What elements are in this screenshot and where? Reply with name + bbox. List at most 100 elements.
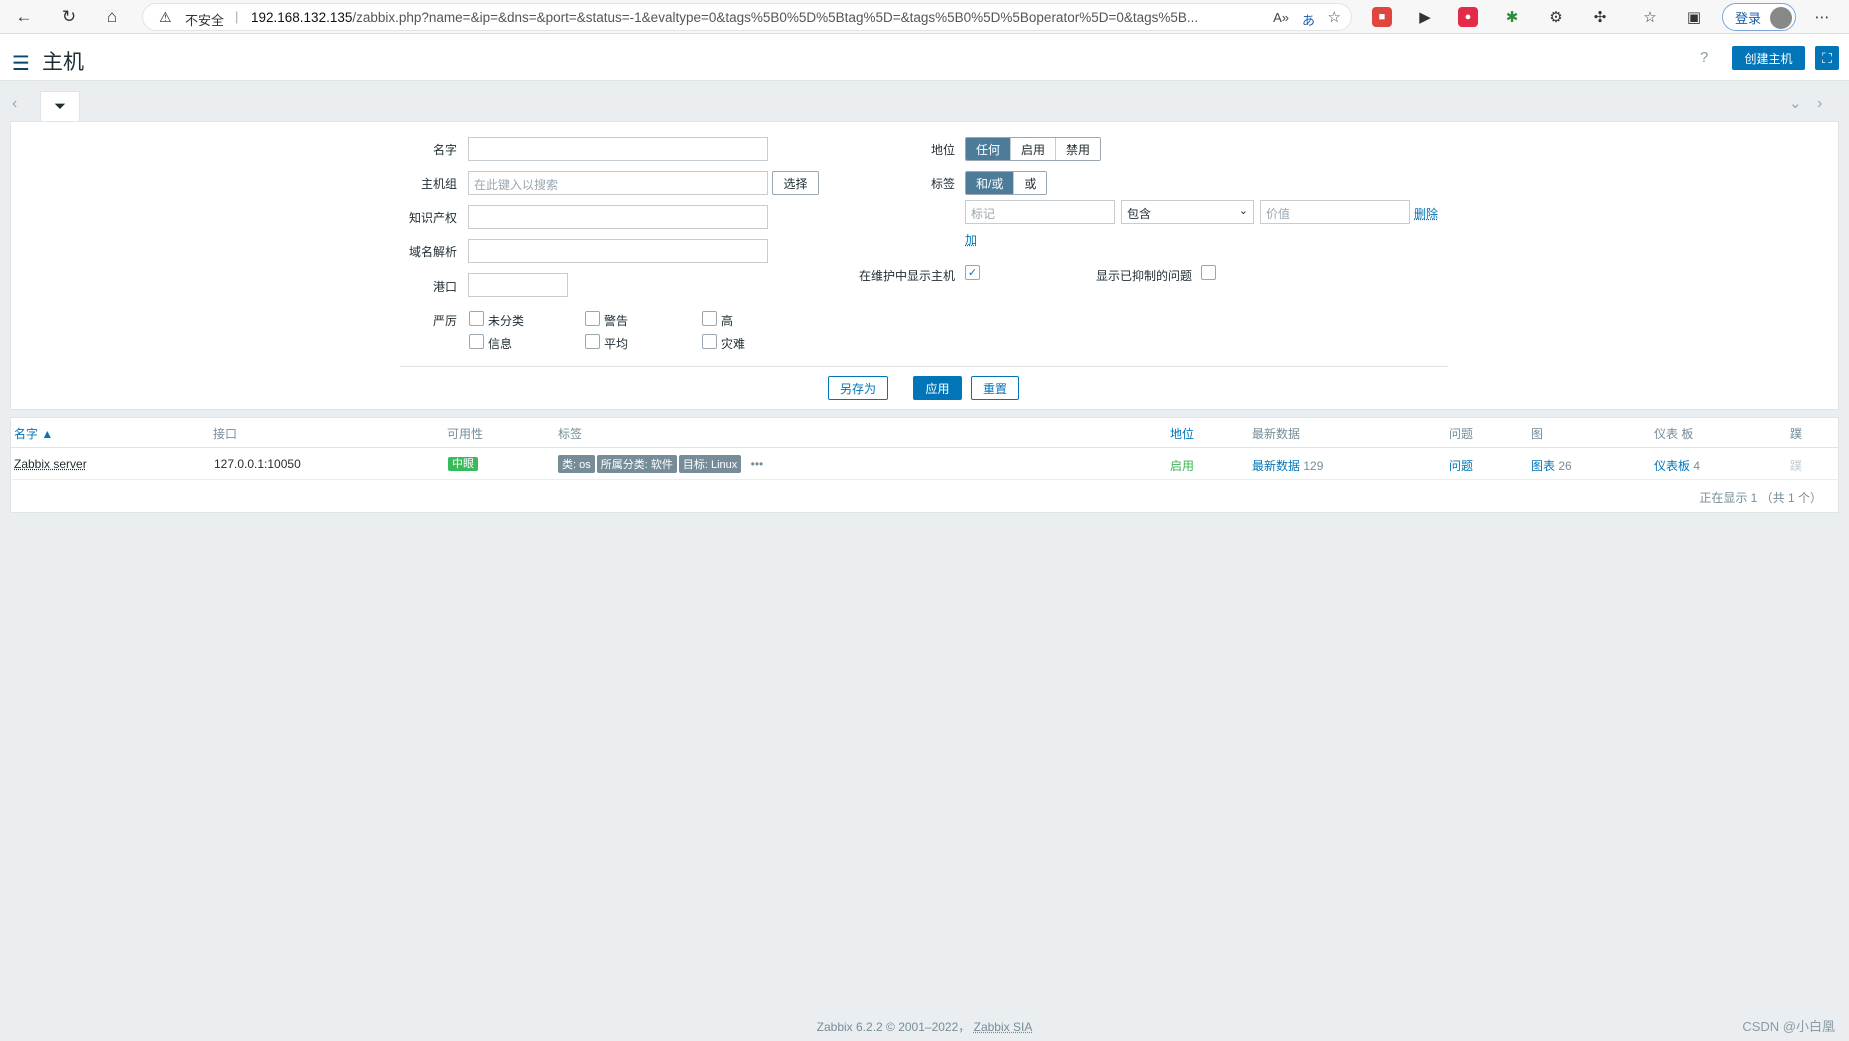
filter-tab[interactable]: ⏷ xyxy=(40,91,80,121)
divider xyxy=(10,479,1839,480)
dns-input[interactable] xyxy=(468,239,768,263)
browser-toolbar: ← ↻ ⌂ ⚠ 不安全 | 192.168.132.135/zabbix.php… xyxy=(0,0,1849,34)
tags-label: 标签 xyxy=(930,177,955,191)
show-maintenance-checkbox[interactable]: ✓ xyxy=(965,265,980,280)
severity-checkbox-not-classified[interactable] xyxy=(469,311,484,326)
port-label: 港口 xyxy=(432,280,457,294)
more-tags-icon[interactable]: ••• xyxy=(751,457,764,471)
chevron-down-icon[interactable]: ⌄ xyxy=(1789,94,1802,112)
severity-label: 严厉 xyxy=(432,314,457,328)
save-as-button[interactable]: 另存为 xyxy=(828,376,888,400)
status-option-enabled[interactable]: 启用 xyxy=(1011,138,1057,160)
extension-record-icon[interactable]: ● xyxy=(1458,7,1478,27)
name-input[interactable] xyxy=(468,137,768,161)
severity-checkbox-high[interactable] xyxy=(702,311,717,326)
port-input[interactable] xyxy=(468,273,568,297)
latest-data-count: 129 xyxy=(1303,459,1324,473)
graphs-link[interactable]: 图表 xyxy=(1531,459,1555,473)
filter-funnel-icon: ⏷ xyxy=(53,98,66,115)
column-header-name[interactable]: 名字 ▲ xyxy=(14,425,53,442)
availability-badge: 中眼 xyxy=(448,455,478,471)
tag-operator-select[interactable]: 包含 ⌄ xyxy=(1121,200,1254,224)
back-icon[interactable]: ← xyxy=(12,5,36,29)
severity-option-label: 灾难 xyxy=(721,337,746,351)
severity-checkbox-disaster[interactable] xyxy=(702,334,717,349)
reset-button[interactable]: 重置 xyxy=(971,376,1019,400)
status-segmented-control: 任何 启用 禁用 xyxy=(965,137,1102,161)
extension-gear-icon[interactable]: ⚙ xyxy=(1546,7,1566,27)
host-tags: 类: os 所属分类: 软件 目标: Linux ••• xyxy=(558,455,763,473)
tags-eval-segmented-control: 和/或 或 xyxy=(965,171,1048,195)
help-icon[interactable]: ? xyxy=(1700,49,1708,66)
home-icon[interactable]: ⌂ xyxy=(100,5,124,29)
show-suppressed-label: 显示已抑制的问题 xyxy=(1095,269,1192,283)
menu-hamburger-icon[interactable]: ☰ xyxy=(12,51,30,76)
read-aloud-icon[interactable]: A» xyxy=(1273,10,1289,25)
tags-eval-and-or[interactable]: 和/或 xyxy=(966,172,1015,194)
show-suppressed-checkbox[interactable] xyxy=(1201,265,1216,280)
dashboards-cell: 仪表板 4 xyxy=(1654,457,1700,474)
hostgroup-input[interactable]: 在此键入以搜索 xyxy=(468,171,768,195)
favorite-star-icon[interactable]: ☆ xyxy=(1328,8,1341,26)
divider xyxy=(10,447,1839,448)
divider: | xyxy=(235,9,239,24)
collections-icon[interactable]: ▣ xyxy=(1684,7,1704,27)
security-label: 不安全 xyxy=(185,13,225,28)
latest-data-cell: 最新数据 129 xyxy=(1252,457,1323,474)
column-header-availability: 可用性 xyxy=(447,427,484,441)
page-title: 主机 xyxy=(42,51,84,74)
add-tag-link[interactable]: 加 xyxy=(965,231,977,248)
page-footer: Zabbix 6.2.2 © 2001–2022， Zabbix SIA xyxy=(816,1020,1033,1034)
hostgroup-label: 主机组 xyxy=(420,177,457,191)
severity-option-label: 警告 xyxy=(604,314,629,328)
host-status[interactable]: 启用 xyxy=(1170,457,1194,474)
latest-data-link[interactable]: 最新数据 xyxy=(1252,459,1300,473)
login-button[interactable]: 登录 xyxy=(1722,3,1796,31)
create-host-button[interactable]: 创建主机 xyxy=(1732,46,1805,70)
column-header-web: 蹼 xyxy=(1790,427,1803,441)
reload-icon[interactable]: ↻ xyxy=(57,5,81,29)
divider xyxy=(400,366,1448,367)
fullscreen-icon[interactable]: ⛶ xyxy=(1815,46,1839,70)
column-header-status[interactable]: 地位 xyxy=(1170,425,1194,442)
page-header xyxy=(0,34,1849,81)
tag-name-input[interactable]: 标记 xyxy=(965,200,1115,224)
status-option-any[interactable]: 任何 xyxy=(966,138,1012,160)
url-text[interactable]: 192.168.132.135/zabbix.php?name=&ip=&dns… xyxy=(251,10,1251,25)
extension-color-icon[interactable]: ✱ xyxy=(1502,7,1522,27)
severity-option-label: 信息 xyxy=(488,337,513,351)
select-button[interactable]: 选择 xyxy=(772,171,819,195)
severity-checkbox-average[interactable] xyxy=(585,334,600,349)
address-bar[interactable]: ⚠ 不安全 | 192.168.132.135/zabbix.php?name=… xyxy=(142,3,1352,31)
tag-badge[interactable]: 所属分类: 软件 xyxy=(596,455,677,473)
ip-input[interactable] xyxy=(468,205,768,229)
translate-icon[interactable]: あ xyxy=(1302,10,1315,29)
graphs-count: 26 xyxy=(1558,459,1572,473)
extension-play-icon[interactable]: ▶ xyxy=(1415,7,1435,27)
extensions-puzzle-icon[interactable]: ✣ xyxy=(1590,7,1610,27)
tag-badge[interactable]: 类: os xyxy=(558,455,595,473)
problems-link[interactable]: 问题 xyxy=(1449,457,1473,474)
remove-tag-link[interactable]: 删除 xyxy=(1414,205,1438,222)
host-interface: 127.0.0.1:10050 xyxy=(214,457,301,471)
column-header-tags: 标签 xyxy=(558,427,583,441)
column-header-interface[interactable]: 接口 xyxy=(213,425,237,442)
column-header-graphs: 图 xyxy=(1531,427,1544,441)
tag-badge[interactable]: 目标: Linux xyxy=(678,455,742,473)
zabbix-sia-link[interactable]: Zabbix SIA xyxy=(974,1020,1033,1034)
extension-red-icon[interactable]: ■ xyxy=(1372,7,1392,27)
apply-button[interactable]: 应用 xyxy=(913,376,962,400)
severity-checkbox-warning[interactable] xyxy=(585,311,600,326)
status-option-disabled[interactable]: 禁用 xyxy=(1056,138,1101,160)
severity-checkbox-information[interactable] xyxy=(469,334,484,349)
more-menu-icon[interactable]: ⋯ xyxy=(1812,7,1832,27)
tags-eval-or[interactable]: 或 xyxy=(1014,172,1047,194)
chevron-left-icon[interactable]: ‹ xyxy=(12,95,17,113)
avatar xyxy=(1770,7,1792,29)
chevron-right-icon[interactable]: › xyxy=(1817,95,1822,113)
dashboards-link[interactable]: 仪表板 xyxy=(1654,459,1690,473)
favorites-icon[interactable]: ☆ xyxy=(1640,7,1660,27)
tag-value-input[interactable]: 价值 xyxy=(1260,200,1410,224)
host-name-link[interactable]: Zabbix server xyxy=(14,457,87,471)
severity-option-label: 平均 xyxy=(604,337,629,351)
